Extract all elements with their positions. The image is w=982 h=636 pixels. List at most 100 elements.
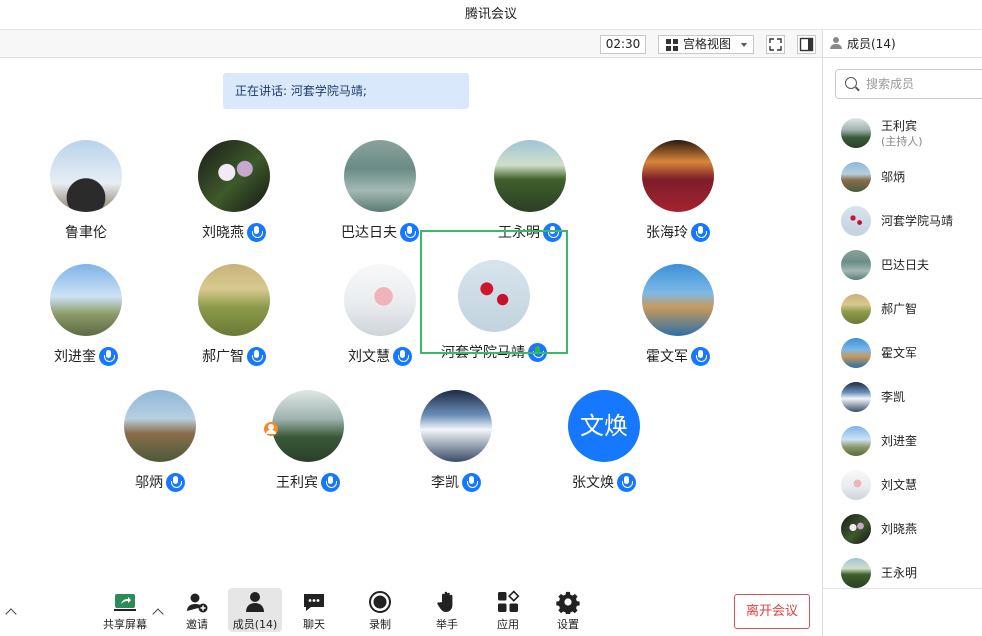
- participant-name: 巴达日夫: [341, 225, 397, 241]
- microphone-icon[interactable]: [617, 472, 636, 492]
- members-panel-title: 成员(14): [847, 37, 896, 51]
- apps-label: 应用: [497, 618, 519, 631]
- microphone-icon[interactable]: [691, 222, 710, 242]
- participant-name-row: 刘进奎: [12, 346, 160, 368]
- meeting-window: 腾讯会议 02:30 宫格视图 正在讲话: 河套学院马靖; 鲁聿伦 刘晓燕 巴达日夫…: [0, 0, 982, 636]
- microphone-icon[interactable]: [247, 346, 266, 366]
- participant-name-row: 刘晓燕: [160, 222, 308, 244]
- view-mode-dropdown[interactable]: 宫格视图: [658, 35, 754, 54]
- participant-avatar: [272, 390, 344, 462]
- share-options-chevron-icon[interactable]: [152, 608, 164, 620]
- participant-tile[interactable]: 霍文军: [604, 260, 752, 384]
- member-avatar: [841, 294, 871, 324]
- member-list-item[interactable]: 郝广智: [823, 291, 982, 327]
- member-list-item[interactable]: 李凯: [823, 379, 982, 415]
- hand-icon: [435, 590, 459, 614]
- participant-tile[interactable]: 王利宾: [234, 386, 382, 510]
- member-list-item[interactable]: 霍文军: [823, 335, 982, 371]
- participant-name-row: 张文焕: [530, 472, 678, 494]
- record-button[interactable]: 录制: [353, 588, 407, 632]
- record-icon: [368, 590, 392, 614]
- participant-name-row: 张海玲: [604, 222, 752, 244]
- member-list-item[interactable]: 河套学院马靖: [823, 203, 982, 239]
- member-list-item[interactable]: 刘进奎: [823, 423, 982, 459]
- participant-name: 王利宾: [276, 475, 318, 491]
- settings-button[interactable]: 设置: [541, 588, 595, 632]
- microphone-icon[interactable]: [247, 222, 266, 242]
- member-list-item[interactable]: 刘晓燕: [823, 511, 982, 547]
- add-user-icon: [185, 590, 209, 614]
- record-label: 录制: [369, 618, 391, 631]
- chat-button[interactable]: 聊天: [287, 588, 341, 632]
- participant-name: 李凯: [431, 475, 459, 491]
- microphone-icon[interactable]: [166, 472, 185, 492]
- participant-tile[interactable]: 刘晓燕: [160, 136, 308, 260]
- member-list-item[interactable]: 巴达日夫: [823, 247, 982, 283]
- member-list-item[interactable]: 邬炳: [823, 159, 982, 195]
- participant-avatar: [50, 264, 122, 336]
- host-badge-icon: [264, 422, 278, 436]
- participant-name-row: 王利宾: [234, 472, 382, 494]
- participant-tile[interactable]: 李凯: [382, 386, 530, 510]
- participant-tile[interactable]: 文焕 张文焕: [530, 386, 678, 510]
- microphone-icon[interactable]: [691, 346, 710, 366]
- participant-name-row: 郝广智: [160, 346, 308, 368]
- bottom-toolbar: 共享屏幕 邀请 成员(14) 聊天 录制 举手 应用 设置 离开会议: [0, 584, 822, 636]
- participant-tile[interactable]: 郝广智: [160, 260, 308, 384]
- participant-avatar: [494, 140, 566, 212]
- participant-name: 张海玲: [646, 225, 688, 241]
- invite-button[interactable]: 邀请: [170, 588, 224, 632]
- microphone-icon[interactable]: [99, 346, 118, 366]
- member-list-item[interactable]: 王利宾 (主持人): [823, 115, 982, 151]
- member-avatar: [841, 118, 871, 148]
- participant-avatar: 文焕: [568, 390, 640, 462]
- participant-avatar: [124, 390, 196, 462]
- member-avatar: [841, 470, 871, 500]
- members-panel-footer: [823, 588, 982, 636]
- fullscreen-button[interactable]: [766, 35, 785, 54]
- members-icon: [243, 590, 267, 614]
- member-name: 刘进奎: [881, 434, 918, 448]
- view-toolbar: 02:30 宫格视图: [0, 30, 822, 58]
- member-name: 霍文军: [881, 346, 918, 360]
- member-avatar: [841, 558, 871, 588]
- toggle-sidebar-button[interactable]: [797, 35, 816, 54]
- member-search-input[interactable]: 搜索成员: [835, 69, 982, 99]
- microphone-icon[interactable]: [462, 472, 481, 492]
- members-panel-header: 成员(14): [823, 30, 982, 58]
- member-name: 李凯: [881, 390, 906, 404]
- member-name: 郝广智: [881, 302, 918, 316]
- participant-avatar: [198, 264, 270, 336]
- participant-tile[interactable]: 刘进奎: [12, 260, 160, 384]
- participant-tile[interactable]: 鲁聿伦: [12, 136, 160, 260]
- participant-tile[interactable]: 邬炳: [86, 386, 234, 510]
- fullscreen-icon: [769, 38, 782, 51]
- share-screen-label: 共享屏幕: [103, 618, 147, 631]
- microphone-icon[interactable]: [321, 472, 340, 492]
- participant-name-row: 鲁聿伦: [12, 222, 160, 244]
- participant-avatar: [344, 264, 416, 336]
- chevron-up-icon[interactable]: [5, 608, 17, 620]
- chat-label: 聊天: [303, 618, 325, 631]
- member-list-item[interactable]: 刘文慧: [823, 467, 982, 503]
- member-name: 刘文慧: [881, 478, 918, 492]
- members-panel: 成员(14) 搜索成员 王利宾 (主持人) 邬炳河套学院马靖巴达日夫郝广智霍文军李凯…: [822, 30, 982, 636]
- leave-meeting-button[interactable]: 离开会议: [734, 594, 810, 629]
- raise-hand-button[interactable]: 举手: [420, 588, 474, 632]
- share-screen-button[interactable]: 共享屏幕: [98, 588, 152, 632]
- apps-button[interactable]: 应用: [481, 588, 535, 632]
- member-name: 邬炳: [881, 170, 906, 184]
- members-button[interactable]: 成员(14): [228, 588, 282, 632]
- member-list-item[interactable]: 王永明: [823, 555, 982, 591]
- participant-name: 邬炳: [135, 475, 163, 491]
- meeting-timer: 02:30: [600, 35, 646, 54]
- microphone-icon[interactable]: [393, 346, 412, 366]
- member-avatar: [841, 382, 871, 412]
- gear-icon: [556, 590, 580, 616]
- member-name: 王利宾: [881, 119, 918, 133]
- search-icon: [845, 77, 857, 89]
- participant-tile[interactable]: 张海玲: [604, 136, 752, 260]
- member-name: 巴达日夫: [881, 258, 930, 272]
- participant-avatar: [642, 140, 714, 212]
- microphone-icon[interactable]: [400, 222, 419, 242]
